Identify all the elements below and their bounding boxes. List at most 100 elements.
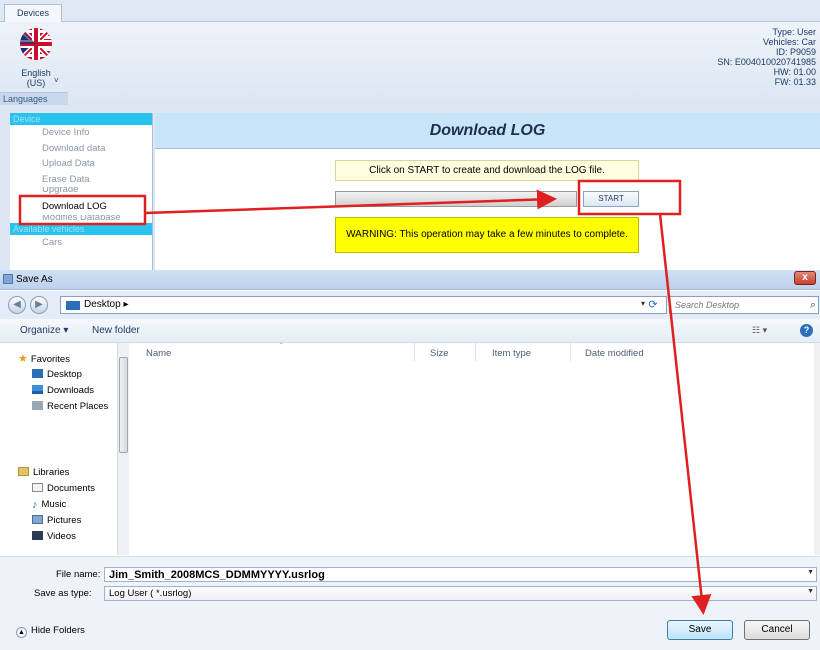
nav-item-documents[interactable]: Documents — [32, 482, 95, 496]
dialog-toolbar: Organize ▾ New folder ☷ ▾ ? — [0, 319, 820, 343]
sort-arrow-icon: ˆ — [280, 342, 283, 351]
view-options-icon[interactable]: ☷ ▾ — [752, 325, 767, 336]
nav-item-downloads[interactable]: Downloads — [32, 384, 94, 398]
column-size[interactable]: Size — [430, 348, 448, 359]
chevron-down-icon[interactable]: ▼ — [807, 588, 814, 595]
device-id: ID: P9059 — [775, 47, 816, 57]
device-serial: SN: E004010020741985 — [717, 57, 816, 67]
sidebar-item-upgrade[interactable]: Upgrade — [10, 187, 152, 195]
nav-pane-scroll-thumb[interactable] — [119, 357, 128, 453]
cancel-button[interactable]: Cancel — [744, 620, 810, 640]
search-input[interactable] — [670, 297, 800, 313]
sidebar-header-available-vehicles[interactable]: Available vehicles — [10, 222, 152, 235]
close-button[interactable]: x — [794, 271, 816, 285]
ribbon-tab-bar: Devices — [0, 0, 820, 23]
download-log-panel: Download LOG Click on START to create an… — [155, 113, 820, 270]
chevron-down-icon[interactable]: ▼ — [807, 569, 814, 576]
address-breadcrumb[interactable]: Desktop ▸ — [84, 299, 129, 310]
nav-item-music[interactable]: ♪ Music — [32, 498, 66, 512]
hide-folders-label: Hide Folders — [31, 625, 85, 636]
nav-libraries[interactable]: Libraries — [18, 466, 69, 480]
nav-libraries-label: Libraries — [33, 467, 70, 478]
save-as-dialog: Save As x ◀ ▶ Desktop ▸ ▾ ⟳ ⌕ Organize ▾… — [0, 270, 820, 650]
nav-item-desktop[interactable]: Desktop — [32, 368, 82, 382]
instruction-text: Click on START to create and download th… — [335, 160, 639, 181]
hide-folders-button[interactable]: ▲ Hide Folders — [16, 625, 85, 638]
sidebar-item-erase-data[interactable]: Erase Data — [10, 172, 152, 188]
sidebar-item-device-info[interactable]: Device Info — [10, 125, 152, 141]
panel-title: Download LOG — [155, 113, 820, 149]
nav-pane-scrollbar[interactable] — [117, 343, 129, 555]
column-divider[interactable] — [475, 343, 476, 361]
languages-group-label: Languages — [0, 92, 68, 105]
sidebar-item-download-data[interactable]: Download data — [10, 141, 152, 157]
search-box[interactable]: ⌕ — [669, 296, 819, 314]
address-bar: ◀ ▶ Desktop ▸ ▾ ⟳ ⌕ — [0, 291, 820, 319]
dialog-title: Save As — [16, 274, 53, 285]
refresh-icon[interactable]: ⟳ — [645, 296, 661, 314]
nav-item-label: Documents — [47, 483, 96, 494]
new-folder-button[interactable]: New folder — [92, 325, 140, 336]
nav-item-videos[interactable]: Videos — [32, 530, 76, 544]
ribbon-body — [0, 22, 820, 110]
warning-message: WARNING: This operation may take a few m… — [335, 217, 639, 253]
file-list-scrollbar[interactable] — [814, 343, 820, 555]
sidebar-item-download-log[interactable]: Download LOG — [10, 199, 152, 215]
desktop-folder-icon — [66, 301, 80, 310]
sidebar-item-modifies-database[interactable]: Modifies Database — [10, 215, 152, 223]
file-name-field[interactable]: ▼ — [104, 567, 817, 582]
address-field[interactable]: Desktop ▸ ▾ — [60, 296, 667, 314]
music-icon: ♪ — [32, 499, 38, 511]
column-name[interactable]: Name — [146, 348, 171, 359]
dialog-titlebar[interactable]: Save As x — [0, 270, 820, 290]
sidebar-item-cars[interactable]: Cars — [10, 235, 152, 251]
chevron-up-icon: ▲ — [16, 627, 27, 638]
forward-arrow-icon: ▶ — [35, 299, 43, 310]
column-item-type[interactable]: Item type — [492, 348, 531, 359]
breadcrumb-desktop[interactable]: Desktop — [84, 299, 121, 310]
save-as-type-label: Save as type: — [34, 588, 92, 599]
star-icon: ★ — [18, 353, 28, 365]
search-icon[interactable]: ⌕ — [810, 299, 816, 312]
dialog-footer: File name: ▼ Save as type: Log User ( *.… — [0, 556, 820, 650]
file-name-input[interactable] — [105, 568, 795, 581]
downloads-icon — [32, 385, 43, 394]
device-hw-version: HW: 01.00 — [773, 67, 816, 77]
tab-devices[interactable]: Devices — [4, 4, 62, 23]
device-fw-version: FW: 01.33 — [774, 77, 816, 87]
help-icon[interactable]: ? — [800, 324, 813, 337]
sidebar-item-upload-data[interactable]: Upload Data — [10, 156, 152, 172]
nav-item-pictures[interactable]: Pictures — [32, 514, 81, 528]
documents-icon — [32, 483, 43, 492]
nav-item-label: Music — [41, 499, 67, 510]
nav-item-recent-places[interactable]: Recent Places — [32, 400, 108, 414]
save-as-icon — [3, 274, 13, 284]
organize-button[interactable]: Organize ▾ — [20, 325, 68, 336]
nav-item-label: Pictures — [47, 515, 82, 526]
libraries-icon — [18, 467, 29, 476]
device-type: Type: User — [772, 27, 816, 37]
forward-button[interactable]: ▶ — [30, 296, 48, 314]
videos-icon — [32, 531, 43, 540]
breadcrumb-chevron-icon[interactable]: ▸ — [123, 299, 128, 310]
uk-flag-icon[interactable] — [20, 28, 52, 60]
sidebar-header-device[interactable]: Device — [10, 113, 152, 125]
nav-favorites[interactable]: ★ Favorites — [18, 352, 70, 366]
start-button[interactable]: START — [583, 191, 639, 207]
nav-favorites-label: Favorites — [30, 354, 70, 365]
column-divider[interactable] — [414, 343, 415, 361]
sidebar: Device Device Info Download data Upload … — [10, 113, 153, 270]
save-as-type-select[interactable]: Log User ( *.usrlog) ▼ — [104, 586, 817, 601]
nav-item-label: Recent Places — [47, 401, 109, 412]
save-as-type-value: Log User ( *.usrlog) — [109, 588, 192, 599]
save-button[interactable]: Save — [667, 620, 733, 640]
desktop-icon — [32, 369, 43, 378]
back-arrow-icon: ◀ — [13, 299, 21, 310]
chevron-down-icon[interactable]: ˅ — [54, 76, 59, 85]
back-button[interactable]: ◀ — [8, 296, 26, 314]
recent-places-icon — [32, 401, 43, 410]
column-date-modified[interactable]: Date modified — [585, 348, 644, 359]
column-divider[interactable] — [570, 343, 571, 361]
file-list-header: Name ˆ Size Item type Date modified — [130, 342, 820, 363]
progress-bar — [335, 191, 577, 207]
